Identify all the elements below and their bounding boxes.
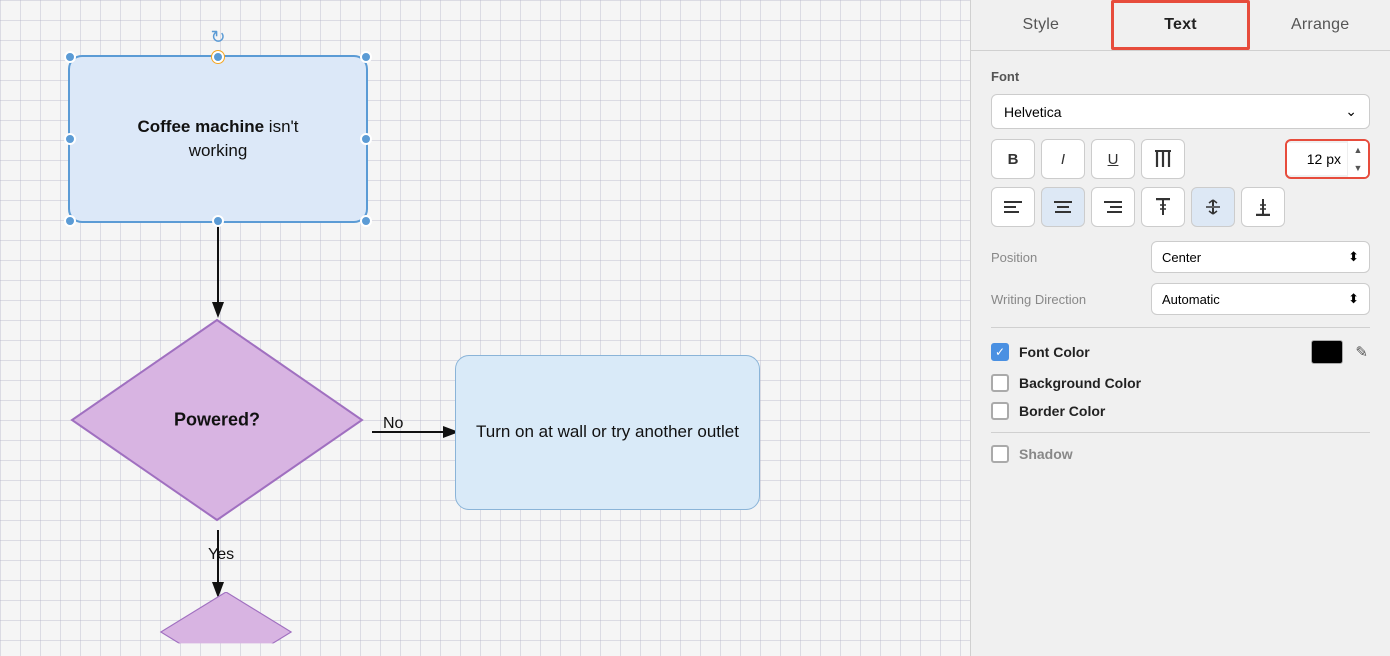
font-color-row: ✓ Font Color ✎: [991, 340, 1370, 364]
position-label: Position: [991, 250, 1151, 265]
handle-mr[interactable]: [360, 133, 372, 145]
coffee-machine-node[interactable]: ↻ Coffee machine isn'tworking: [68, 55, 368, 223]
writing-direction-label: Writing Direction: [991, 292, 1151, 307]
position-value: Center: [1162, 250, 1201, 265]
writing-direction-row: Writing Direction Automatic ⬍: [991, 283, 1370, 315]
coffee-text-bold: Coffee machine: [137, 117, 264, 136]
writing-direction-value: Automatic: [1162, 292, 1220, 307]
font-name: Helvetica: [1004, 104, 1062, 120]
panel-content: Font Helvetica ⌄ B I U ▲: [971, 51, 1390, 656]
right-panel: Style Text Arrange Font Helvetica ⌄ B I …: [970, 0, 1390, 656]
divider-1: [991, 327, 1370, 328]
font-color-checkbox[interactable]: ✓: [991, 343, 1009, 361]
font-size-wrapper: ▲ ▼: [1285, 139, 1370, 179]
coffee-node-text: Coffee machine isn'tworking: [127, 105, 308, 173]
handle-ml[interactable]: [64, 133, 76, 145]
turnonwall-node[interactable]: Turn on at wall or try another outlet: [455, 355, 760, 510]
panel-tabs: Style Text Arrange: [971, 0, 1390, 51]
shadow-label: Shadow: [1019, 446, 1073, 462]
checkbox-check-icon: ✓: [995, 346, 1005, 358]
diamond-label: Powered?: [174, 410, 260, 431]
divider-2: [991, 432, 1370, 433]
tab-arrange[interactable]: Arrange: [1250, 0, 1390, 50]
border-color-label: Border Color: [1019, 403, 1370, 419]
font-color-label: Font Color: [1019, 344, 1301, 360]
align-left-button[interactable]: [991, 187, 1035, 227]
align-right-button[interactable]: [1091, 187, 1135, 227]
handle-tr[interactable]: [360, 51, 372, 63]
format-buttons-row: B I U ▲ ▼: [991, 139, 1370, 179]
yes-arrow-label: Yes: [208, 546, 234, 564]
font-size-up[interactable]: ▲: [1348, 141, 1368, 159]
font-color-edit-button[interactable]: ✎: [1353, 341, 1370, 363]
canvas: ↻ Coffee machine isn'tworking Powered? N…: [0, 0, 970, 656]
valign-middle-button[interactable]: [1191, 187, 1235, 227]
shadow-checkbox[interactable]: ✓: [991, 445, 1009, 463]
writing-direction-dropdown[interactable]: Automatic ⬍: [1151, 283, 1370, 315]
valign-bottom-button[interactable]: [1241, 187, 1285, 227]
font-size-down[interactable]: ▼: [1348, 159, 1368, 177]
turnonwall-text: Turn on at wall or try another outlet: [476, 420, 739, 445]
border-color-row: ✓ Border Color: [991, 402, 1370, 420]
writing-direction-chevron: ⬍: [1348, 291, 1359, 307]
border-color-checkbox[interactable]: ✓: [991, 402, 1009, 420]
background-color-label: Background Color: [1019, 375, 1370, 391]
handle-tl[interactable]: [64, 51, 76, 63]
font-dropdown-chevron: ⌄: [1345, 103, 1357, 120]
handle-bl[interactable]: [64, 215, 76, 227]
no-arrow-label: No: [383, 415, 403, 433]
shadow-row: ✓ Shadow: [991, 445, 1370, 463]
tab-style[interactable]: Style: [971, 0, 1111, 50]
vertical-text-button[interactable]: [1141, 139, 1185, 179]
italic-button[interactable]: I: [1041, 139, 1085, 179]
rotate-handle[interactable]: ↻: [208, 27, 228, 47]
font-color-swatch[interactable]: [1311, 340, 1343, 364]
align-center-button[interactable]: [1041, 187, 1085, 227]
handle-tc[interactable]: [212, 51, 224, 63]
font-dropdown[interactable]: Helvetica ⌄: [991, 94, 1370, 129]
valign-top-button[interactable]: [1141, 187, 1185, 227]
font-section-label: Font: [991, 69, 1370, 84]
position-dropdown[interactable]: Center ⬍: [1151, 241, 1370, 273]
powered-diamond-node[interactable]: Powered?: [62, 310, 372, 530]
font-size-input[interactable]: [1287, 143, 1347, 175]
bold-button[interactable]: B: [991, 139, 1035, 179]
handle-br[interactable]: [360, 215, 372, 227]
font-size-arrows: ▲ ▼: [1347, 141, 1368, 177]
handle-bc[interactable]: [212, 215, 224, 227]
tab-text[interactable]: Text: [1111, 0, 1251, 50]
background-color-row: ✓ Background Color: [991, 374, 1370, 392]
position-chevron: ⬍: [1348, 249, 1359, 265]
underline-button[interactable]: U: [1091, 139, 1135, 179]
alignment-row: [991, 187, 1370, 227]
position-row: Position Center ⬍: [991, 241, 1370, 273]
bottom-diamond-node[interactable]: [102, 592, 350, 656]
background-color-checkbox[interactable]: ✓: [991, 374, 1009, 392]
